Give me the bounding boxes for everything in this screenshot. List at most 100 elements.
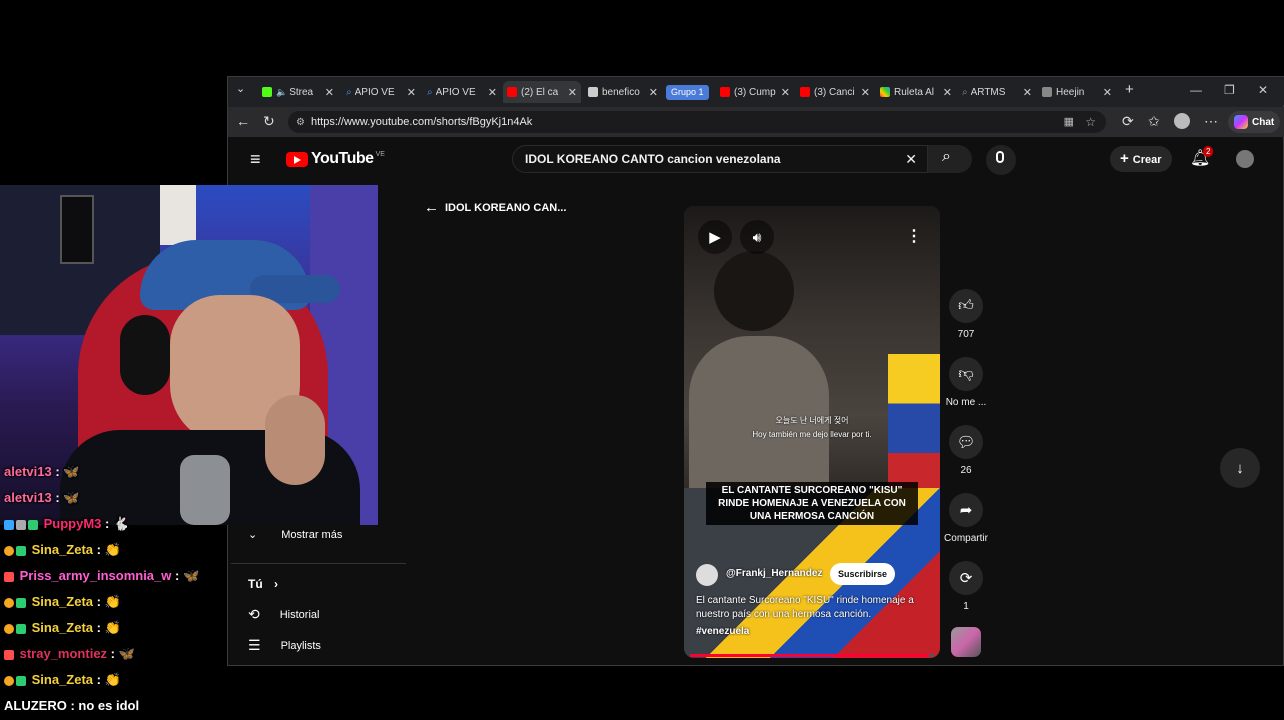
channel-name[interactable]: @Frankj_Hernandez xyxy=(726,568,822,579)
close-tab-icon[interactable]: ✕ xyxy=(781,86,790,99)
restore-icon[interactable]: ❐ xyxy=(1224,83,1235,97)
close-tab-icon[interactable]: ✕ xyxy=(861,86,870,99)
chat-message: Priss_army_insomnia_w : 🦋 xyxy=(4,568,199,584)
tab-stream[interactable]: 🔈 Strea ✕ xyxy=(258,81,338,103)
progress-track[interactable] xyxy=(690,654,934,657)
tab-canci[interactable]: (3) Canci ✕ xyxy=(796,81,874,103)
tab-cump[interactable]: (3) Cump ✕ xyxy=(716,81,794,103)
close-tab-icon[interactable]: ✕ xyxy=(649,86,658,99)
subscribe-button[interactable]: Suscribirse xyxy=(830,563,896,585)
hamburger-menu-icon[interactable]: ≡ xyxy=(250,149,261,170)
minimize-icon[interactable]: — xyxy=(1190,83,1202,97)
chat-badge-icon xyxy=(4,571,14,582)
more-options-icon[interactable]: ⋮ xyxy=(906,226,922,246)
play-button[interactable]: ▶ xyxy=(698,220,732,254)
chat-text: 🦋 xyxy=(63,490,80,505)
speaker-muted-icon: 🔈 xyxy=(276,86,288,97)
progress-fill xyxy=(690,654,930,657)
remix-icon: ⟳ xyxy=(959,570,973,587)
thumbs-up-icon: 👍︎ xyxy=(958,297,974,314)
playlist-icon: ☰ xyxy=(248,637,261,653)
sidebar-show-more[interactable]: ⌄ Mostrar más xyxy=(248,528,342,542)
dislike-button[interactable]: 👎︎ xyxy=(949,357,983,391)
tab-heejin[interactable]: Heejin ✕ xyxy=(1038,81,1116,103)
share-button[interactable]: ➦ xyxy=(949,493,983,527)
sidebar-item-playlists[interactable]: ☰ Playlists xyxy=(248,637,321,654)
chat-badge-icon xyxy=(4,519,14,530)
reload-icon[interactable]: ↻ xyxy=(263,113,275,130)
tab-benefico[interactable]: benefico ✕ xyxy=(584,81,662,103)
copilot-chat-button[interactable]: Chat xyxy=(1228,111,1281,133)
chat-label: Chat xyxy=(1252,116,1275,128)
dislike-label: No me ... xyxy=(945,397,987,408)
copilot-icon xyxy=(1234,115,1248,129)
close-tab-icon[interactable]: ✕ xyxy=(1103,86,1112,99)
close-tab-icon[interactable]: ✕ xyxy=(488,86,497,99)
chat-text: 👏 xyxy=(104,542,121,557)
short-video-player[interactable]: ▶ 🔊︎ ⋮ 오늘도 난 너에게 젖어 Hoy también me dejo … xyxy=(684,206,940,658)
account-avatar[interactable] xyxy=(1236,150,1254,168)
plus-icon: + xyxy=(1120,150,1129,167)
comments-button[interactable]: 💬︎ xyxy=(949,425,983,459)
clear-search-icon[interactable]: ✕ xyxy=(905,146,917,172)
wikipedia-icon xyxy=(1042,87,1052,97)
tab-ruleta[interactable]: Ruleta Al ✕ xyxy=(876,81,956,103)
chat-text: 👏 xyxy=(104,594,121,609)
profile-avatar[interactable] xyxy=(1174,113,1190,129)
close-window-icon[interactable]: ✕ xyxy=(1258,83,1268,97)
shorts-back-header[interactable]: ← IDOL KOREANO CAN... xyxy=(424,199,566,216)
sidebar-you-section[interactable]: Tú › xyxy=(248,577,278,591)
chat-username: Sina_Zeta xyxy=(31,542,94,557)
tab-title: APIO VE xyxy=(354,86,395,98)
sidebar-item-history[interactable]: ⟲ Historial xyxy=(248,606,319,623)
app-available-icon[interactable]: ▦ xyxy=(1064,111,1074,133)
search-input[interactable]: IDOL KOREANO CANTO cancion venezolana ✕ xyxy=(512,145,928,173)
chat-colon: : xyxy=(51,490,64,505)
tab-youtube-active[interactable]: (2) El ca ✕ xyxy=(503,81,581,103)
wheel-icon xyxy=(880,87,890,97)
create-button[interactable]: + Crear xyxy=(1110,146,1172,172)
tab-title: (2) El ca xyxy=(521,86,559,98)
more-menu-icon[interactable]: ⋯ xyxy=(1204,113,1218,130)
voice-search-button[interactable] xyxy=(986,145,1016,175)
chat-username: Sina_Zeta xyxy=(31,620,94,635)
favorites-icon[interactable]: ✩ xyxy=(1148,113,1160,130)
tab-apio-1[interactable]: ⌕ APIO VE ✕ xyxy=(342,81,420,103)
wall-frame xyxy=(160,185,196,245)
favorite-star-icon[interactable]: ☆ xyxy=(1085,111,1096,133)
subtitle-spanish: Hoy también me dejo llevar por ti. xyxy=(752,430,872,439)
search-value: IDOL KOREANO CANTO cancion venezolana xyxy=(525,152,781,166)
back-icon[interactable]: ← xyxy=(236,113,250,129)
sound-thumbnail[interactable] xyxy=(951,627,981,657)
sidebar-divider xyxy=(231,563,406,564)
youtube-logo[interactable]: YouTube VE xyxy=(286,150,385,168)
tab-apio-2[interactable]: ⌕ APIO VE ✕ xyxy=(423,81,501,103)
chat-message: Sina_Zeta : 👏 xyxy=(4,594,121,610)
close-tab-icon[interactable]: ✕ xyxy=(1023,86,1032,99)
kick-icon xyxy=(262,87,272,97)
volume-button[interactable]: 🔊︎ xyxy=(740,220,774,254)
extensions-icon[interactable]: ⟳ xyxy=(1122,113,1134,130)
chevron-down-icon: ⌄ xyxy=(248,529,258,541)
close-tab-icon[interactable]: ✕ xyxy=(407,86,416,99)
video-hashtag[interactable]: #venezuela xyxy=(696,626,749,637)
chat-badge-icon xyxy=(16,597,26,608)
next-short-button[interactable]: ↓ xyxy=(1220,448,1260,488)
tab-artms[interactable]: ⌕ ARTMS ✕ xyxy=(958,81,1036,103)
url-field[interactable]: ⚙ https://www.youtube.com/shorts/fBgyKj1n… xyxy=(288,111,1106,133)
tab-group-label[interactable]: Grupo 1 xyxy=(666,85,709,100)
chat-text: 🦋 xyxy=(118,646,135,661)
video-description[interactable]: El cantante Surcoreano "KISU" rinde home… xyxy=(696,594,932,622)
close-tab-icon[interactable]: ✕ xyxy=(943,86,952,99)
like-button[interactable]: 👍︎ xyxy=(949,289,983,323)
search-button[interactable]: ⌕ xyxy=(928,145,972,173)
new-tab-icon[interactable]: + xyxy=(1125,81,1134,98)
tab-search-chevron-icon[interactable]: ⌄ xyxy=(236,82,245,95)
remix-button[interactable]: ⟳ xyxy=(949,561,983,595)
chat-text: 🦋 xyxy=(182,568,200,583)
close-tab-icon[interactable]: ✕ xyxy=(568,86,577,99)
close-tab-icon[interactable]: ✕ xyxy=(325,86,334,99)
tab-title: (3) Canci xyxy=(814,86,855,98)
site-info-icon[interactable]: ⚙ xyxy=(296,117,305,128)
channel-avatar[interactable] xyxy=(696,564,718,586)
